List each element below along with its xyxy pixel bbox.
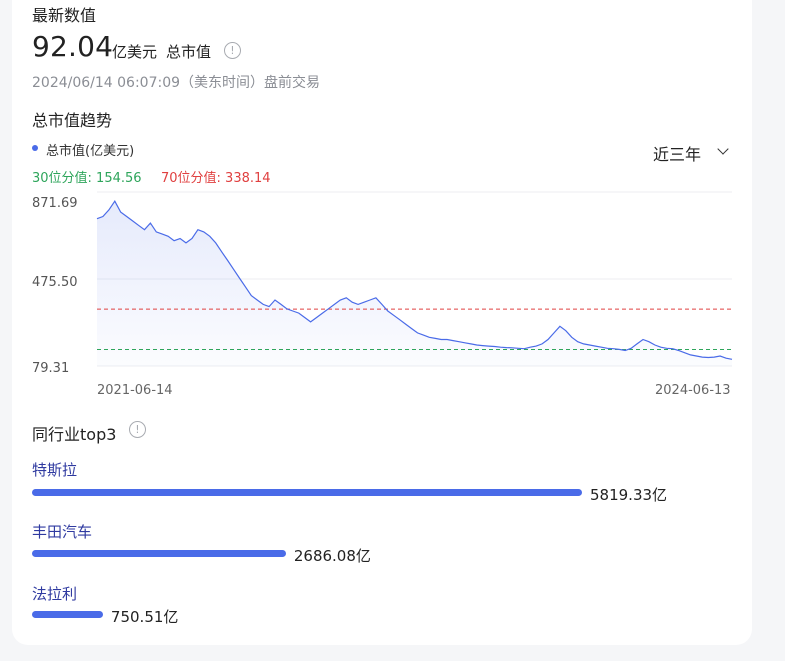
peer-value-0: 5819.33亿	[590, 486, 668, 504]
peer-value-2: 750.51亿	[110, 608, 179, 626]
peer-name-2[interactable]: 法拉利	[32, 583, 77, 604]
x-tick-start: 2021-06-14	[97, 383, 173, 398]
trend-chart	[96, 191, 733, 367]
peer-bar-0	[32, 489, 582, 496]
peer-bar-2	[32, 611, 103, 618]
peer-name-0[interactable]: 特斯拉	[32, 459, 77, 480]
info-icon[interactable]: !	[129, 421, 146, 438]
y-tick-mid: 475.50	[32, 275, 78, 290]
market-cap-card: 最新数值 92.04 亿美元 总市值 ! 2024/06/14 06:07:09…	[12, 0, 752, 645]
y-tick-bottom: 79.31	[32, 361, 70, 376]
peer-value-1: 2686.08亿	[293, 547, 371, 565]
y-tick-top: 871.69	[32, 196, 78, 211]
x-tick-end: 2024-06-13	[655, 383, 731, 398]
series-area	[97, 201, 732, 366]
peer-name-1[interactable]: 丰田汽车	[32, 521, 92, 542]
peers-title: 同行业top3	[32, 425, 117, 444]
peer-bar-1	[32, 550, 286, 557]
